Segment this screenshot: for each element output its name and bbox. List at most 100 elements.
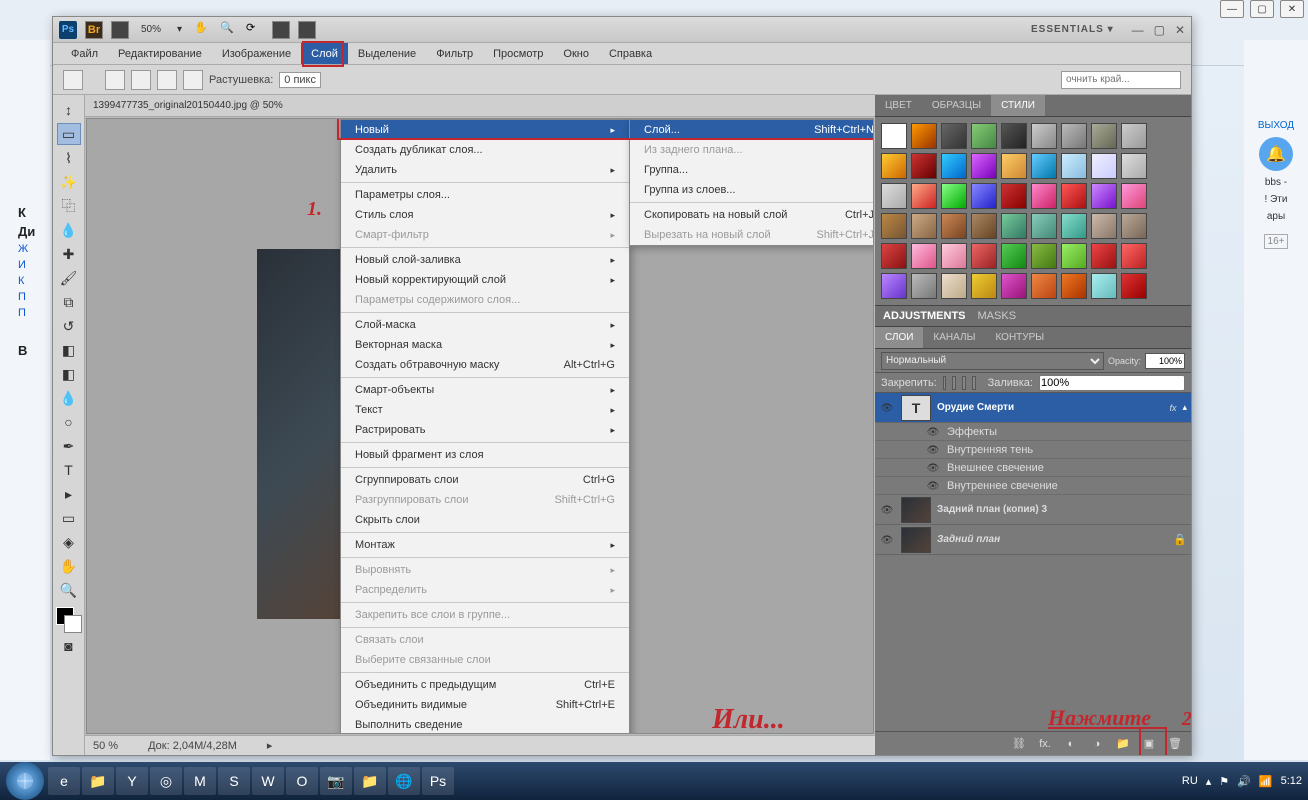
menu-layer[interactable]: Слой	[301, 43, 348, 64]
menu-help[interactable]: Справка	[599, 43, 662, 64]
fx-effects[interactable]: Эффекты	[875, 423, 1191, 441]
style-swatch[interactable]	[1001, 273, 1027, 299]
start-button[interactable]	[6, 762, 44, 800]
tray-flag-icon[interactable]: ⚑	[1219, 775, 1229, 788]
fx-inner-shadow[interactable]: Внутренняя тень	[875, 441, 1191, 459]
refine-edge-input[interactable]	[1061, 71, 1181, 89]
menu-text[interactable]: Текст	[341, 400, 629, 420]
eyedropper-tool-icon[interactable]: 💧	[57, 219, 81, 241]
taskbar-app-icon[interactable]: Ps	[422, 767, 454, 795]
fill-field[interactable]	[1039, 375, 1185, 391]
taskbar-app-icon[interactable]: S	[218, 767, 250, 795]
tray-up-icon[interactable]: ▴	[1206, 775, 1212, 788]
menu-group[interactable]: Сгруппировать слоиCtrl+G	[341, 470, 629, 490]
style-swatch[interactable]	[1001, 123, 1027, 149]
style-swatch[interactable]	[971, 243, 997, 269]
tab-masks[interactable]: MASKS	[978, 310, 1017, 322]
br-icon[interactable]: Br	[85, 21, 103, 39]
eye-icon[interactable]	[879, 504, 895, 516]
zoom-tool-icon[interactable]: 🔍	[220, 21, 238, 39]
style-swatch[interactable]	[971, 183, 997, 209]
marquee-tool-icon[interactable]: ▭	[57, 123, 81, 145]
quickmask-icon[interactable]: ◙	[57, 635, 81, 657]
pen-tool-icon[interactable]: ✒	[57, 435, 81, 457]
submenu-group-from[interactable]: Группа из слоев...	[630, 180, 874, 200]
style-swatch[interactable]	[941, 213, 967, 239]
style-swatch[interactable]	[941, 273, 967, 299]
eye-icon[interactable]	[879, 534, 895, 546]
menu-arrange[interactable]: Монтаж	[341, 535, 629, 555]
status-zoom[interactable]: 50 %	[93, 740, 118, 752]
style-swatch[interactable]	[1121, 123, 1147, 149]
shape-tool-icon[interactable]: ▭	[57, 507, 81, 529]
menu-duplicate[interactable]: Создать дубликат слоя...	[341, 140, 629, 160]
stamp-tool-icon[interactable]: ⧉	[57, 291, 81, 313]
lasso-tool-icon[interactable]: ⌇	[57, 147, 81, 169]
zoom-dropdown[interactable]: 50%	[137, 24, 165, 35]
style-swatch[interactable]	[1091, 153, 1117, 179]
zoom-tool2-icon[interactable]: 🔍	[57, 579, 81, 601]
workspace-switch[interactable]: ESSENTIALS ▾	[1031, 24, 1114, 35]
ps-close[interactable]: ✕	[1175, 23, 1185, 37]
screen-mode2-icon[interactable]	[298, 21, 316, 39]
tab-layers[interactable]: СЛОИ	[875, 327, 923, 348]
style-swatch[interactable]	[971, 213, 997, 239]
taskbar-app-icon[interactable]: 📷	[320, 767, 352, 795]
taskbar-app-icon[interactable]: 🌐	[388, 767, 420, 795]
tool-preset-icon[interactable]	[63, 70, 83, 90]
style-swatch[interactable]	[911, 183, 937, 209]
crop-tool-icon[interactable]: ⿻	[57, 195, 81, 217]
color-wells[interactable]	[56, 607, 82, 633]
style-swatch[interactable]	[881, 153, 907, 179]
menu-image[interactable]: Изображение	[212, 43, 301, 64]
submenu-group[interactable]: Группа...	[630, 160, 874, 180]
style-swatch[interactable]	[881, 243, 907, 269]
history-brush-icon[interactable]: ↺	[57, 315, 81, 337]
menu-layer-mask[interactable]: Слой-маска	[341, 315, 629, 335]
path-select-icon[interactable]: ▸	[57, 483, 81, 505]
ps-max[interactable]: ▢	[1154, 23, 1165, 37]
3d-tool-icon[interactable]: ◈	[57, 531, 81, 553]
document-tab[interactable]: 1399477735_original20150440.jpg @ 50%	[85, 95, 875, 117]
style-swatch[interactable]	[911, 273, 937, 299]
style-swatch[interactable]	[941, 153, 967, 179]
style-swatch[interactable]	[1001, 183, 1027, 209]
clock[interactable]: 5:12	[1281, 775, 1302, 787]
style-swatch[interactable]	[971, 123, 997, 149]
menu-file[interactable]: Файл	[61, 43, 108, 64]
mask-icon[interactable]: ◐	[1063, 736, 1079, 752]
brush-tool-icon[interactable]: 🖌	[57, 267, 81, 289]
taskbar-app-icon[interactable]: W	[252, 767, 284, 795]
style-swatch[interactable]	[911, 213, 937, 239]
add-selection-icon[interactable]	[131, 70, 151, 90]
style-swatch[interactable]	[1091, 243, 1117, 269]
hand-tool-icon[interactable]: ✋	[194, 21, 212, 39]
layer-row-bg-copy[interactable]: Задний план (копия) 3	[875, 495, 1191, 525]
style-swatch[interactable]	[911, 153, 937, 179]
style-swatch[interactable]	[881, 273, 907, 299]
taskbar-app-icon[interactable]: ◎	[150, 767, 182, 795]
style-swatch[interactable]	[1061, 153, 1087, 179]
ps-min[interactable]: —	[1132, 23, 1144, 37]
menu-filter[interactable]: Фильтр	[426, 43, 483, 64]
tab-channels[interactable]: КАНАЛЫ	[923, 327, 985, 348]
style-swatch[interactable]	[941, 123, 967, 149]
menu-new-adj[interactable]: Новый корректирующий слой	[341, 270, 629, 290]
tab-paths[interactable]: КОНТУРЫ	[985, 327, 1054, 348]
lock-pos-icon[interactable]	[962, 376, 966, 390]
tab-color[interactable]: ЦВЕТ	[875, 95, 922, 116]
style-swatch[interactable]	[1121, 153, 1147, 179]
style-swatch[interactable]	[881, 123, 907, 149]
menu-view[interactable]: Просмотр	[483, 43, 553, 64]
style-swatch[interactable]	[1001, 213, 1027, 239]
style-swatch[interactable]	[1061, 243, 1087, 269]
exit-link[interactable]: ВЫХОД	[1258, 120, 1294, 131]
style-swatch[interactable]	[1091, 273, 1117, 299]
style-swatch[interactable]	[941, 243, 967, 269]
menu-smart-obj[interactable]: Смарт-объекты	[341, 380, 629, 400]
tab-swatches[interactable]: ОБРАЗЦЫ	[922, 95, 991, 116]
taskbar-app-icon[interactable]: 📁	[354, 767, 386, 795]
style-swatch[interactable]	[1031, 153, 1057, 179]
menu-delete[interactable]: Удалить	[341, 160, 629, 180]
style-swatch[interactable]	[1001, 153, 1027, 179]
